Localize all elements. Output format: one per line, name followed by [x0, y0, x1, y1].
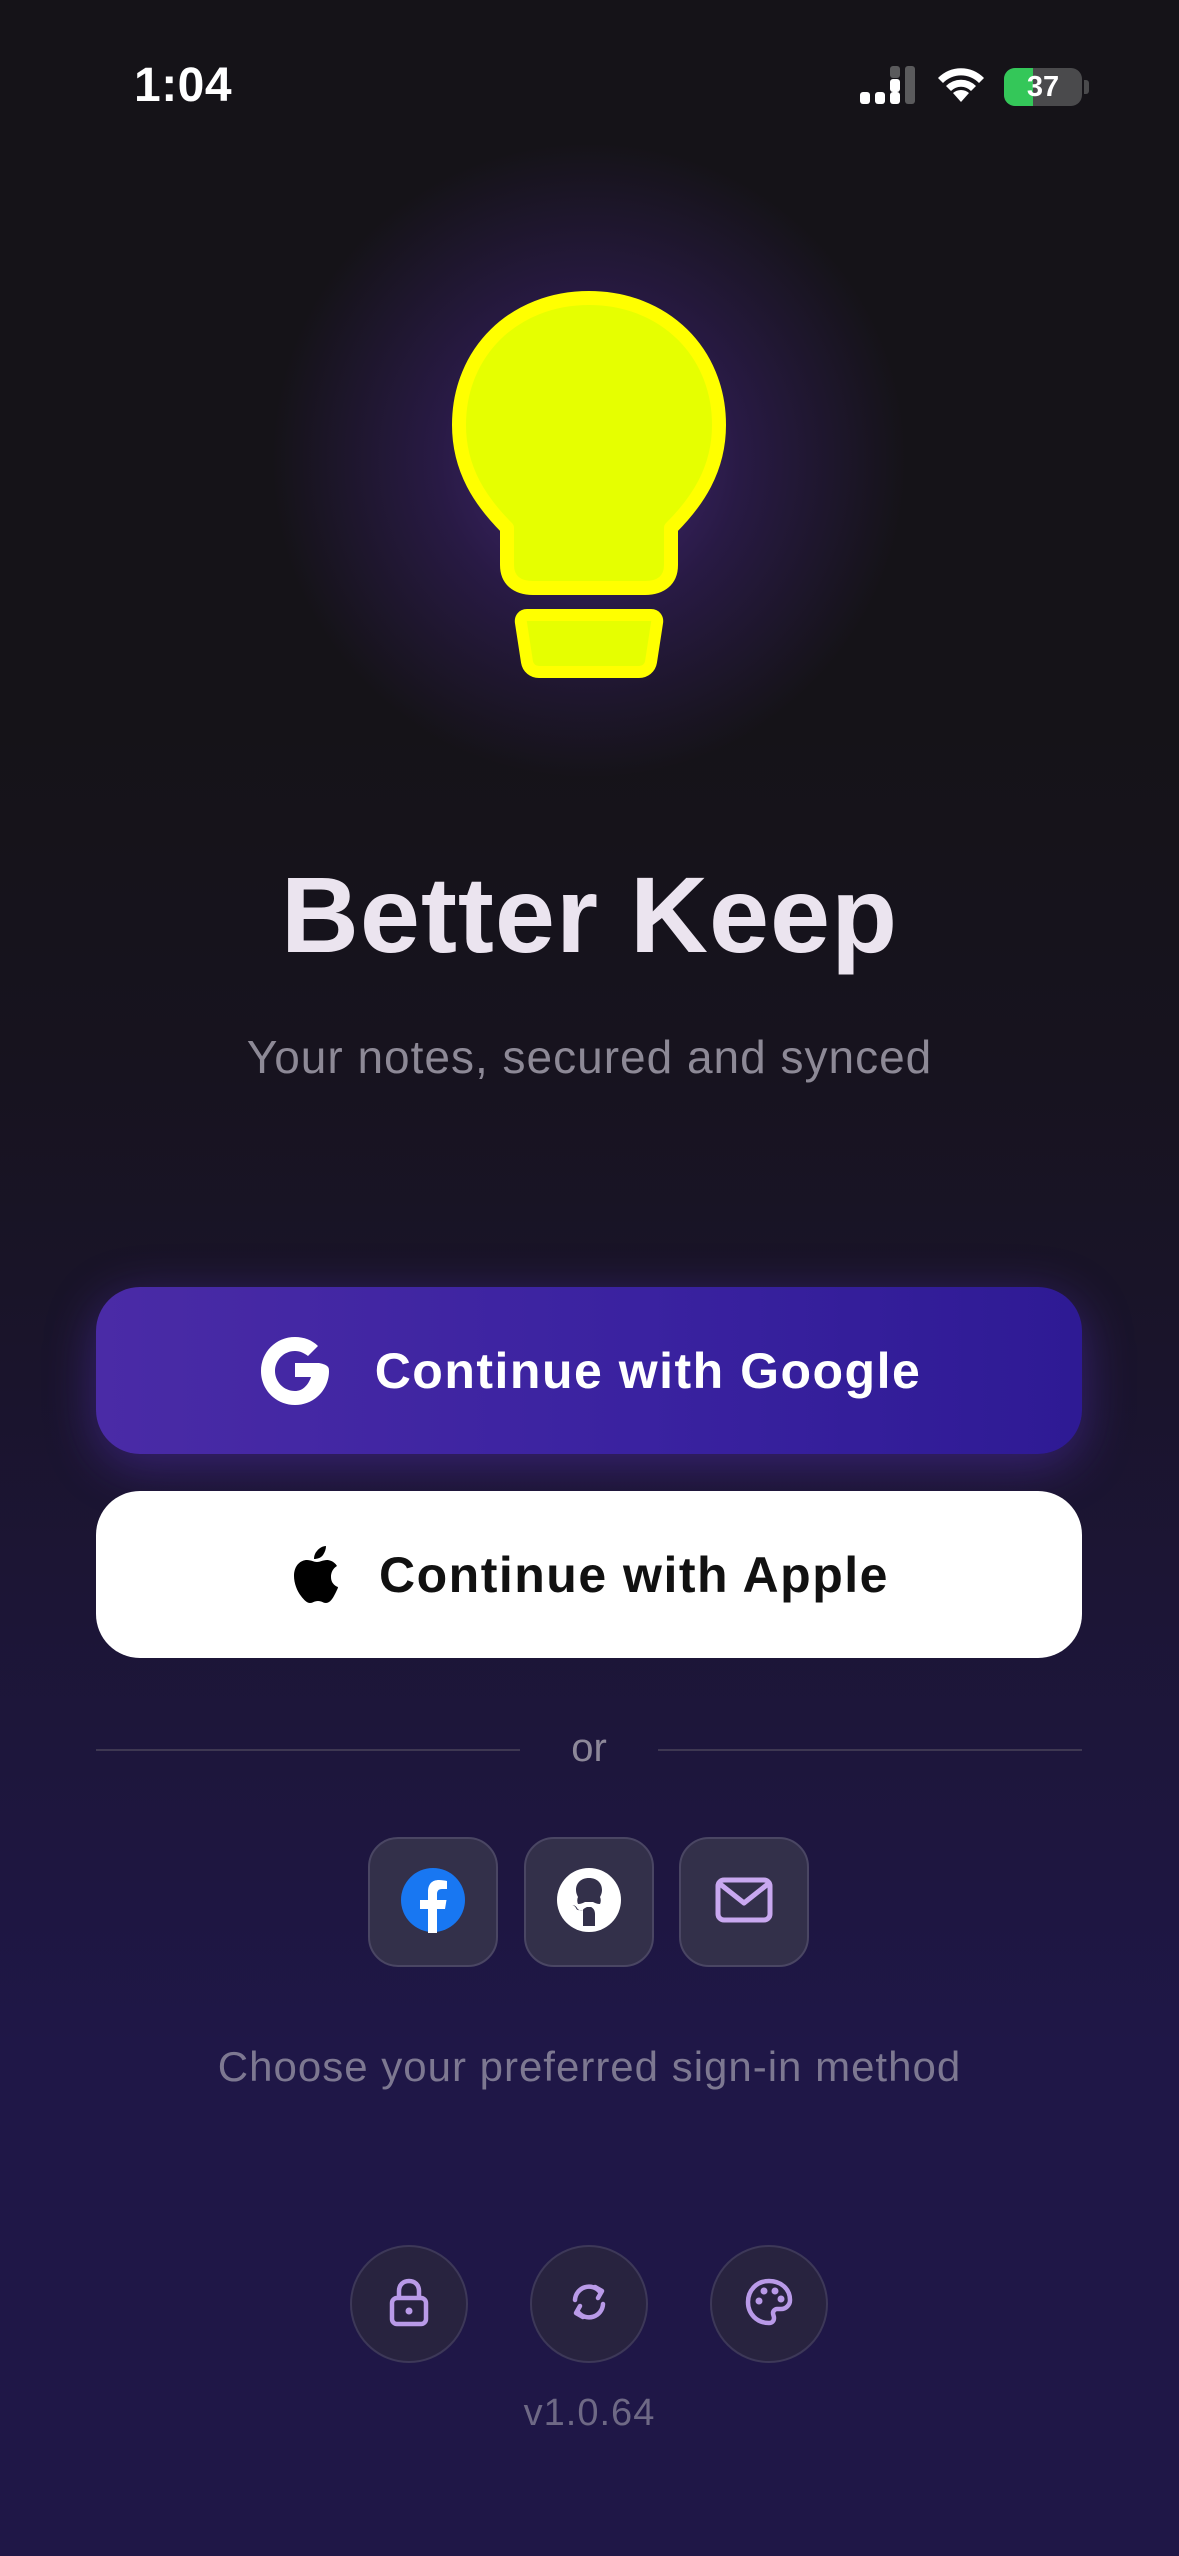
apple-icon — [289, 1545, 341, 1605]
app-version: v1.0.64 — [523, 2392, 656, 2434]
apple-button-label: Continue with Apple — [379, 1546, 889, 1603]
facebook-sign-in-button[interactable] — [368, 1837, 498, 1967]
signal-icon — [860, 65, 918, 109]
email-sign-in-button[interactable] — [679, 1837, 809, 1967]
sync-feature-badge — [530, 2245, 648, 2363]
status-time: 1:04 — [134, 59, 233, 112]
status-icons: 37 — [860, 62, 1089, 112]
github-icon — [555, 1866, 623, 1939]
battery-cap — [1084, 80, 1089, 94]
lock-icon — [387, 2277, 431, 2332]
continue-with-google-button[interactable]: Continue with Google — [96, 1287, 1082, 1454]
app-subtitle: Your notes, secured and synced — [246, 1031, 933, 1083]
sign-in-hint: Choose your preferred sign-in method — [217, 2043, 962, 2090]
battery-level: 37 — [1026, 71, 1060, 103]
google-button-label: Continue with Google — [374, 1342, 922, 1399]
continue-with-apple-button[interactable]: Continue with Apple — [96, 1491, 1082, 1658]
google-icon — [257, 1333, 333, 1409]
sync-icon — [565, 2278, 613, 2331]
lightbulb-icon — [449, 290, 729, 680]
or-divider: or — [96, 1720, 1082, 1780]
mail-icon — [714, 1876, 774, 1929]
security-feature-badge — [350, 2245, 468, 2363]
divider-line-right — [658, 1749, 1082, 1751]
facebook-icon — [400, 1867, 466, 1938]
github-sign-in-button[interactable] — [524, 1837, 654, 1967]
palette-icon — [744, 2277, 794, 2332]
themes-feature-badge — [710, 2245, 828, 2363]
battery-charging-icon: 37 — [1004, 68, 1082, 106]
wifi-icon — [936, 66, 986, 109]
app-title: Better Keep — [280, 854, 899, 975]
